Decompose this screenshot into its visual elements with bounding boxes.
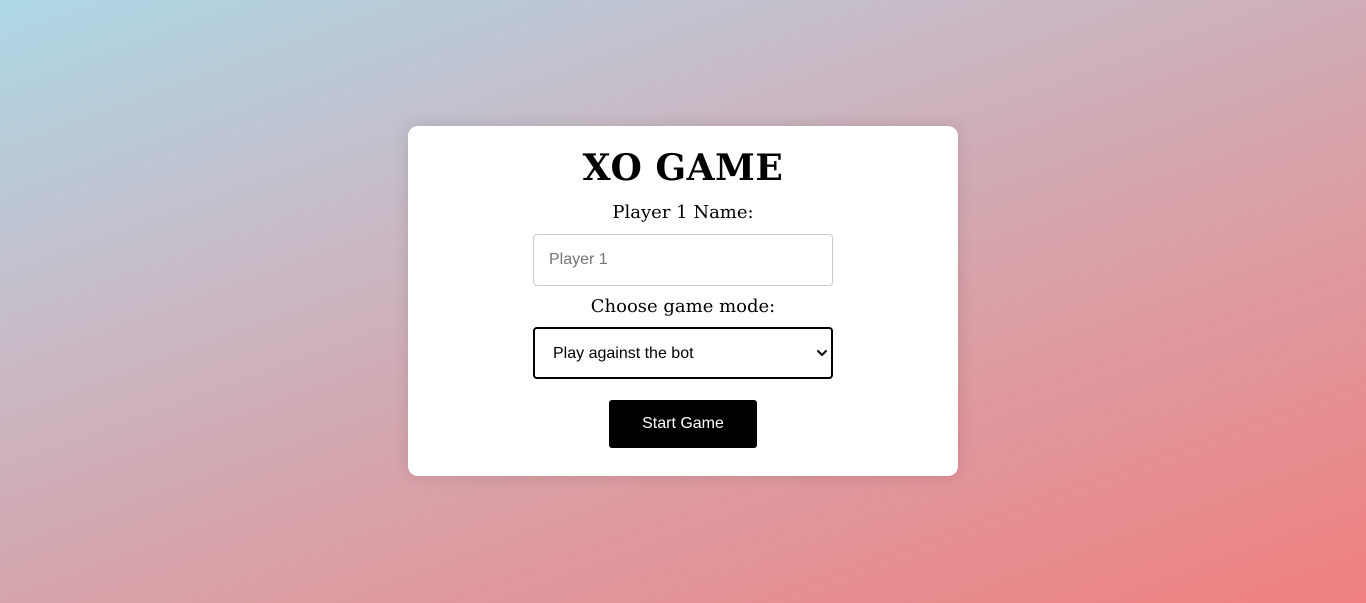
player-name-input[interactable] (533, 234, 833, 286)
game-mode-select-wrapper: Play against the bot (533, 327, 833, 379)
player-name-label: Player 1 Name: (612, 202, 754, 223)
game-mode-select[interactable]: Play against the bot (533, 327, 833, 379)
page-title: XO GAME (582, 147, 784, 189)
game-mode-label: Choose game mode: (590, 296, 776, 317)
game-setup-card: XO GAME Player 1 Name: Choose game mode:… (408, 126, 958, 476)
start-game-button[interactable]: Start Game (609, 400, 757, 448)
